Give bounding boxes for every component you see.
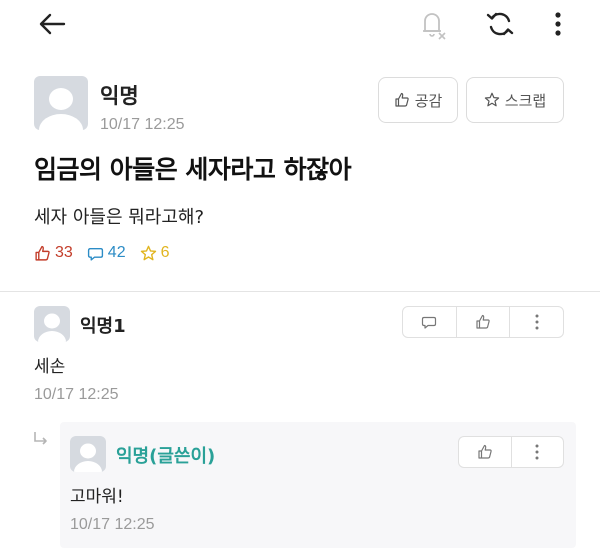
like-button-label: 공감 (414, 91, 443, 110)
scrap-button-label: 스크랩 (504, 91, 547, 110)
default-avatar-icon (39, 88, 83, 130)
comment-bubble-icon (422, 316, 437, 329)
comment-text: 세손 (34, 357, 66, 377)
comment-count-value: 42 (107, 244, 126, 261)
comment-timestamp: 10/17 12:25 (34, 386, 119, 403)
comment-author-avatar (34, 306, 70, 342)
bell-off-icon (423, 13, 446, 40)
back-button[interactable] (32, 8, 72, 40)
reply-author-name: 익명(글쓴이) (116, 446, 216, 467)
post-timestamp: 10/17 12:25 (100, 116, 185, 133)
thumbs-up-icon (35, 245, 50, 261)
comment-like-button[interactable] (457, 307, 511, 337)
post-stats: 33 42 6 (34, 244, 170, 262)
reply-actions (458, 436, 564, 468)
default-avatar-icon (74, 443, 102, 472)
reply-like-button[interactable] (459, 437, 512, 467)
scrap-count: 6 (140, 244, 170, 262)
comment-more-button[interactable] (510, 307, 563, 337)
comment-author-name: 익명1 (80, 316, 126, 337)
reply-button[interactable] (403, 307, 457, 337)
comment-count: 42 (87, 244, 126, 262)
more-vertical-icon (555, 12, 561, 36)
reply-more-button[interactable] (512, 437, 564, 467)
refresh-button[interactable] (480, 6, 520, 42)
scrap-count-value: 6 (160, 244, 170, 261)
notification-toggle-button[interactable] (412, 6, 452, 42)
post-author-avatar (34, 76, 88, 130)
comment-bubble-icon (87, 247, 103, 261)
comment-actions (402, 306, 564, 338)
thumbs-up-icon (476, 314, 490, 329)
more-vertical-icon (535, 314, 539, 330)
scrap-button[interactable]: 스크랩 (466, 77, 564, 123)
post-body: 세자 아들은 뭐라고해? (34, 207, 205, 228)
arrow-left-icon (39, 13, 66, 35)
like-count-value: 33 (55, 244, 73, 261)
thumbs-up-icon (395, 92, 409, 107)
refresh-icon (486, 12, 514, 36)
like-count: 33 (34, 244, 73, 262)
post-author-name: 익명 (100, 84, 139, 108)
more-options-button[interactable] (540, 6, 576, 42)
star-icon (484, 92, 499, 107)
more-vertical-icon (535, 444, 539, 460)
section-divider (0, 291, 600, 292)
default-avatar-icon (38, 313, 66, 342)
top-bar (0, 0, 600, 52)
thumbs-up-icon (478, 444, 492, 459)
reply-text: 고마워! (70, 487, 124, 507)
post-title: 임금의 아들은 세자라고 하잖아 (34, 155, 352, 184)
reply-indicator-icon (32, 430, 50, 452)
star-icon (140, 245, 156, 260)
like-button[interactable]: 공감 (378, 77, 458, 123)
reply-author-avatar (70, 436, 106, 472)
reply-timestamp: 10/17 12:25 (70, 516, 155, 533)
